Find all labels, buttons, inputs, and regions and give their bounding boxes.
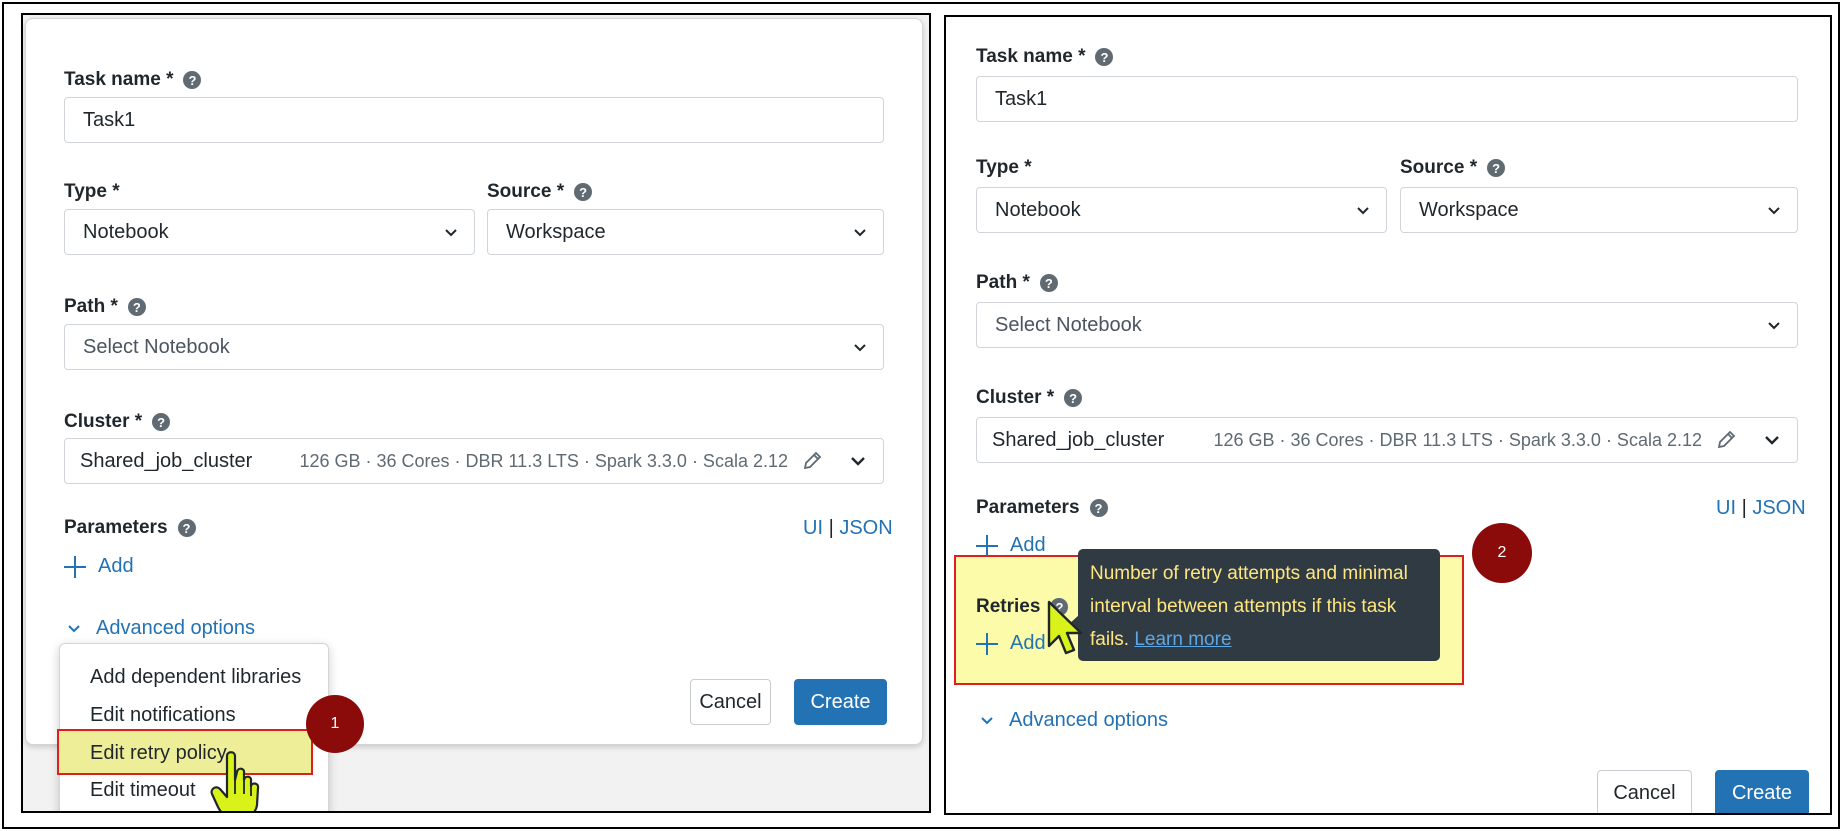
- chevron-down-icon: [1768, 207, 1780, 215]
- menu-item-add-dependent-libraries[interactable]: Add dependent libraries: [90, 666, 301, 689]
- source-label: Source * ?: [487, 181, 593, 203]
- menu-item-edit-timeout[interactable]: Edit timeout: [90, 779, 196, 802]
- parameters-label: Parameters ?: [64, 517, 196, 539]
- pencil-icon[interactable]: [801, 450, 823, 472]
- type-label: Type *: [64, 181, 120, 202]
- chevron-down-icon: [1768, 322, 1780, 330]
- task-name-label: Task name * ?: [976, 46, 1114, 68]
- path-label: Path * ?: [976, 272, 1058, 294]
- cluster-select[interactable]: Shared_job_cluster 126 GB · 36 Cores · D…: [64, 438, 884, 484]
- cancel-button[interactable]: Cancel: [1597, 770, 1692, 813]
- json-toggle[interactable]: JSON: [839, 517, 892, 539]
- menu-item-edit-retry-policy[interactable]: Edit retry policy: [90, 742, 227, 765]
- cluster-label: Cluster * ?: [64, 411, 171, 433]
- add-parameter-button[interactable]: Add: [976, 534, 1046, 557]
- plus-icon: [976, 632, 998, 655]
- type-label: Type *: [976, 157, 1032, 178]
- chevron-down-icon: [1357, 207, 1369, 215]
- plus-icon: [64, 555, 86, 578]
- cluster-select[interactable]: Shared_job_cluster 126 GB · 36 Cores · D…: [976, 417, 1798, 463]
- help-icon[interactable]: ?: [1039, 274, 1058, 292]
- source-label: Source * ?: [1400, 157, 1506, 179]
- cancel-button[interactable]: Cancel: [690, 679, 771, 725]
- task-name-label: Task name * ?: [64, 69, 202, 91]
- create-button[interactable]: Create: [1715, 770, 1809, 813]
- help-icon[interactable]: ?: [574, 183, 593, 201]
- cluster-label: Cluster * ?: [976, 387, 1083, 409]
- chevron-down-icon: [981, 716, 993, 724]
- left-screenshot-panel: Task name * ? Task1 Type * Notebook Sour…: [21, 13, 931, 813]
- learn-more-link[interactable]: Learn more: [1134, 629, 1231, 650]
- path-select[interactable]: Select Notebook: [976, 302, 1798, 348]
- type-select[interactable]: Notebook: [976, 187, 1387, 233]
- ui-json-toggle: UI | JSON: [803, 517, 893, 539]
- hand-pointer-icon: [210, 751, 260, 811]
- help-icon[interactable]: ?: [183, 71, 202, 89]
- right-screenshot-panel: Task name * ? Task1 Type * Notebook Sour…: [944, 15, 1832, 815]
- step-badge: 2: [1472, 523, 1532, 583]
- source-select[interactable]: Workspace: [1400, 187, 1798, 233]
- advanced-options-toggle[interactable]: Advanced options: [979, 709, 1168, 732]
- advanced-options-menu: Add dependent libraries Edit notificatio…: [57, 643, 329, 811]
- retries-tooltip: Number of retry attempts and minimal int…: [1078, 549, 1440, 661]
- ui-toggle[interactable]: UI: [803, 517, 823, 539]
- source-select[interactable]: Workspace: [487, 209, 884, 255]
- help-icon[interactable]: ?: [152, 413, 171, 431]
- parameters-label: Parameters ?: [976, 497, 1108, 519]
- chevron-down-icon: [854, 229, 866, 237]
- path-select[interactable]: Select Notebook: [64, 324, 884, 370]
- task-name-input[interactable]: Task1: [976, 76, 1798, 122]
- ui-toggle[interactable]: UI: [1716, 497, 1736, 519]
- type-select[interactable]: Notebook: [64, 209, 475, 255]
- create-task-dialog: Task name * ? Task1 Type * Notebook Sour…: [25, 18, 923, 745]
- cluster-specs: 126 GB · 36 Cores · DBR 11.3 LTS · Spark…: [299, 450, 788, 471]
- chevron-down-icon: [854, 344, 866, 352]
- chevron-down-icon: [445, 229, 457, 237]
- help-icon[interactable]: ?: [127, 298, 146, 316]
- path-label: Path * ?: [64, 296, 146, 318]
- menu-item-edit-notifications[interactable]: Edit notifications: [90, 704, 236, 727]
- help-icon[interactable]: ?: [1064, 389, 1083, 407]
- add-parameter-button[interactable]: Add: [64, 555, 134, 578]
- advanced-options-toggle[interactable]: Advanced options: [66, 617, 255, 640]
- create-button[interactable]: Create: [794, 679, 887, 725]
- help-icon[interactable]: ?: [1095, 48, 1114, 66]
- help-icon[interactable]: ?: [1487, 159, 1506, 177]
- step-badge: 1: [306, 695, 364, 753]
- chevron-down-icon: [68, 624, 80, 632]
- chevron-down-icon[interactable]: [849, 452, 867, 470]
- task-name-input[interactable]: Task1: [64, 97, 884, 143]
- chevron-down-icon[interactable]: [1763, 431, 1781, 449]
- cluster-specs: 126 GB · 36 Cores · DBR 11.3 LTS · Spark…: [1213, 429, 1702, 450]
- json-toggle[interactable]: JSON: [1752, 497, 1805, 519]
- ui-json-toggle: UI | JSON: [1716, 497, 1806, 519]
- plus-icon: [976, 534, 998, 557]
- add-retry-button[interactable]: Add: [976, 632, 1046, 655]
- help-icon[interactable]: ?: [177, 519, 196, 537]
- pencil-icon[interactable]: [1715, 429, 1737, 451]
- help-icon[interactable]: ?: [1089, 499, 1108, 517]
- arrow-pointer-icon: [1047, 600, 1083, 655]
